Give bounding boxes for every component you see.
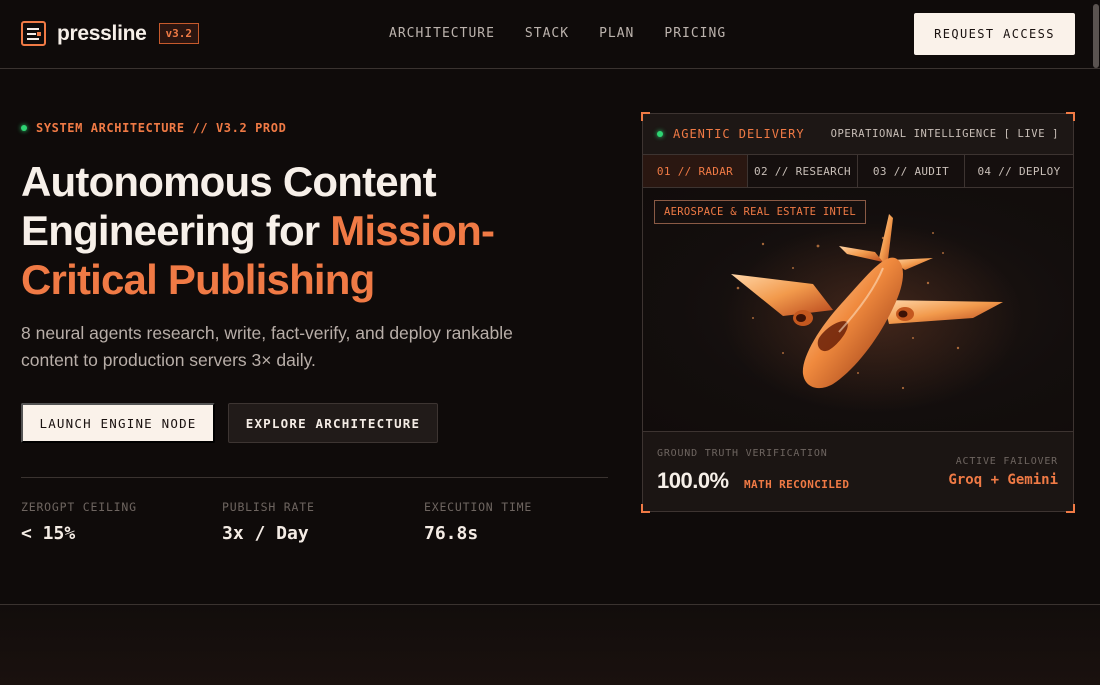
stat-execution-time: EXECUTION TIME 76.8s [424, 500, 532, 544]
panel-status: OPERATIONAL INTELLIGENCE [ LIVE ] [830, 128, 1059, 140]
stat-value: 3x / Day [222, 523, 309, 544]
scrollbar-thumb[interactable] [1093, 4, 1099, 68]
tab-research[interactable]: 02 // RESEARCH [748, 155, 858, 187]
tab-deploy[interactable]: 04 // DEPLOY [965, 155, 1073, 187]
panel-footer: GROUND TRUTH VERIFICATION 100.0% MATH RE… [643, 431, 1073, 511]
panel-title: AGENTIC DELIVERY [673, 127, 805, 141]
next-section-preview [0, 605, 1100, 685]
explore-architecture-button[interactable]: EXPLORE ARCHITECTURE [228, 403, 438, 443]
top-nav: pressline v3.2 ARCHITECTURE STACK PLAN P… [0, 0, 1100, 69]
headline-line-3: Critical Publishing [21, 256, 375, 303]
hero-eyebrow: SYSTEM ARCHITECTURE // V3.2 PROD [21, 121, 286, 135]
stat-value: < 15% [21, 523, 76, 544]
nav-link-pricing[interactable]: PRICING [664, 26, 726, 41]
launch-engine-node-button[interactable]: LAUNCH ENGINE NODE [21, 403, 215, 443]
brand-logo[interactable]: pressline v3.2 [21, 21, 200, 46]
viz-tag: AEROSPACE & REAL ESTATE INTEL [654, 200, 867, 224]
verification-value: 100.0% [657, 468, 729, 493]
verification-caption: MATH RECONCILED [744, 478, 850, 491]
tab-audit[interactable]: 03 // AUDIT [858, 155, 965, 187]
nav-link-architecture[interactable]: ARCHITECTURE [389, 26, 495, 41]
radar-visualization: AEROSPACE & REAL ESTATE INTEL [643, 188, 1073, 431]
eyebrow-text: SYSTEM ARCHITECTURE // V3.2 PROD [36, 121, 287, 135]
nav-link-plan[interactable]: PLAN [599, 26, 634, 41]
live-status-dot-icon [657, 131, 663, 137]
nav-link-stack[interactable]: STACK [525, 26, 569, 41]
failover-value: Groq + Gemini [948, 472, 1058, 488]
page-scrollbar[interactable] [1092, 0, 1100, 100]
headline-line-2: Engineering for [21, 207, 331, 254]
tab-radar[interactable]: 01 // RADAR [643, 155, 748, 187]
jet-aircraft-illustration [723, 214, 1023, 413]
panel-header: AGENTIC DELIVERY OPERATIONAL INTELLIGENC… [643, 114, 1073, 155]
headline-line-1: Autonomous Content [21, 158, 437, 205]
hero-headline: Autonomous Content Engineering for Missi… [21, 157, 621, 304]
headline-accent: Mission- [330, 207, 495, 254]
agentic-delivery-panel: AGENTIC DELIVERY OPERATIONAL INTELLIGENC… [641, 112, 1075, 513]
stat-label: EXECUTION TIME [424, 500, 533, 514]
stat-label: ZEROGPT CEILING [21, 500, 137, 514]
brand-name: pressline [57, 21, 147, 45]
version-badge: v3.2 [158, 23, 200, 44]
failover-label: ACTIVE FAILOVER [955, 456, 1058, 467]
stat-zerogpt: ZEROGPT CEILING < 15% [21, 500, 137, 544]
hero-subtitle: 8 neural agents research, write, fact-ve… [21, 323, 513, 370]
stat-publish-rate: PUBLISH RATE 3x / Day [222, 500, 315, 544]
stat-value: 76.8s [424, 523, 479, 544]
stat-label: PUBLISH RATE [222, 500, 315, 514]
request-access-button[interactable]: REQUEST ACCESS [914, 13, 1075, 55]
panel-tabs: 01 // RADAR 02 // RESEARCH 03 // AUDIT 0… [643, 155, 1073, 188]
live-status-dot-icon [21, 125, 27, 131]
hero-divider [21, 477, 608, 478]
brand-mark-icon [21, 21, 46, 46]
nav-links: ARCHITECTURE STACK PLAN PRICING [389, 26, 726, 41]
verification-label: GROUND TRUTH VERIFICATION [657, 448, 828, 459]
